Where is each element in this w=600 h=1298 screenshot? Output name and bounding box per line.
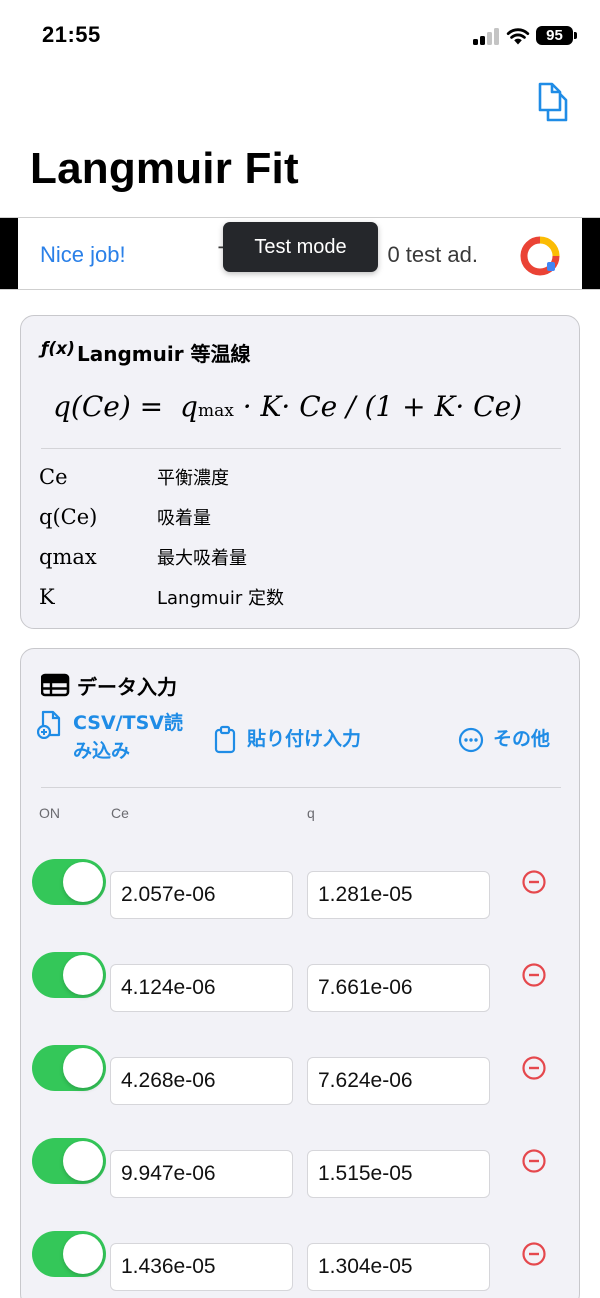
data-card-divider: [41, 787, 561, 788]
remove-row-icon[interactable]: [521, 1148, 547, 1174]
column-header-q: q: [307, 805, 315, 821]
paste-input-label: 貼り付け入力: [247, 728, 362, 750]
q-input[interactable]: [307, 1243, 490, 1291]
function-icon: ƒ(x): [41, 339, 75, 359]
row-enabled-toggle[interactable]: [32, 859, 106, 905]
column-header-on: ON: [39, 805, 60, 821]
definition-description: 平衡濃度: [157, 468, 229, 489]
more-options-label: その他: [493, 728, 551, 750]
data-input-card: データ入力 CSV/TSV読 み込み 貼り付け入力 その他 ON Ce q: [20, 648, 580, 1298]
paste-input-button[interactable]: 貼り付け入力: [211, 725, 361, 755]
formula-lhs: q(Ce) =: [53, 390, 173, 423]
remove-row-icon[interactable]: [521, 962, 547, 988]
formula-rest: · K· Ce / (1 + K· Ce): [233, 390, 523, 423]
formula-q: q: [180, 390, 198, 423]
definition-symbol: q(Ce): [39, 505, 98, 529]
definition-symbol: K: [39, 585, 55, 609]
csv-import-button[interactable]: CSV/TSV読 み込み: [37, 709, 183, 765]
data-card-title: データ入力: [77, 674, 177, 699]
definition-description: 吸着量: [157, 508, 211, 529]
formula-card-title: Langmuir 等温線: [77, 341, 251, 366]
definition-symbol: Ce: [39, 465, 68, 489]
cellular-signal-icon: [473, 28, 501, 45]
formula-divider: [41, 448, 561, 449]
formula-card: ƒ(x) Langmuir 等温線 q(Ce) = qmax · K· Ce /…: [20, 315, 580, 629]
remove-row-icon[interactable]: [521, 1055, 547, 1081]
definition-description: 最大吸着量: [157, 548, 247, 569]
column-header-ce: Ce: [111, 805, 129, 821]
page-title: Langmuir Fit: [30, 144, 299, 193]
q-input[interactable]: [307, 1150, 490, 1198]
remove-row-icon[interactable]: [521, 869, 547, 895]
status-bar: 21:55 95: [0, 0, 600, 70]
ad-edge-left: [0, 218, 18, 289]
ce-input[interactable]: [110, 964, 293, 1012]
definition-description: Langmuir 定数: [157, 588, 284, 609]
row-enabled-toggle[interactable]: [32, 952, 106, 998]
data-row: [21, 952, 581, 1012]
q-input[interactable]: [307, 964, 490, 1012]
file-import-icon: [37, 710, 61, 739]
battery-tip: [574, 32, 577, 39]
data-row: [21, 1045, 581, 1105]
definition-row-k: K Langmuir 定数: [39, 582, 284, 612]
test-mode-tooltip: Test mode: [223, 222, 378, 272]
clipboard-icon: [214, 725, 236, 754]
definition-row-qmax: qmax 最大吸着量: [39, 542, 247, 572]
definition-row-qce: q(Ce) 吸着量: [39, 502, 211, 532]
ce-input[interactable]: [110, 1150, 293, 1198]
ad-edge-right: [582, 218, 600, 289]
remove-row-icon[interactable]: [521, 1241, 547, 1267]
row-enabled-toggle[interactable]: [32, 1138, 106, 1184]
more-icon: [458, 727, 484, 753]
csv-import-label: CSV/TSV読 み込み: [73, 712, 183, 762]
q-input[interactable]: [307, 871, 490, 919]
status-time: 21:55: [42, 22, 101, 47]
ce-input[interactable]: [110, 871, 293, 919]
q-input[interactable]: [307, 1057, 490, 1105]
battery-indicator: 95: [536, 26, 573, 45]
formula-card-header: ƒ(x) Langmuir 等温線: [41, 338, 251, 366]
data-row: [21, 1138, 581, 1198]
definition-symbol: qmax: [39, 545, 97, 569]
wifi-icon: [506, 28, 530, 45]
data-card-header: データ入力: [41, 671, 177, 699]
copy-icon[interactable]: [530, 80, 570, 124]
langmuir-formula: q(Ce) = qmax · K· Ce / (1 + K· Ce): [53, 390, 522, 423]
table-icon: [41, 673, 70, 697]
data-row: [21, 859, 581, 919]
row-enabled-toggle[interactable]: [32, 1231, 106, 1277]
definition-row-ce: Ce 平衡濃度: [39, 462, 229, 492]
ce-input[interactable]: [110, 1243, 293, 1291]
more-options-button[interactable]: その他: [457, 725, 550, 755]
ce-input[interactable]: [110, 1057, 293, 1105]
ad-body-end: 0 test ad.: [387, 242, 478, 267]
data-row: [21, 1231, 581, 1291]
ad-headline[interactable]: Nice job!: [40, 242, 126, 268]
row-enabled-toggle[interactable]: [32, 1045, 106, 1091]
formula-q-sub: max: [197, 401, 234, 421]
ad-logo-icon[interactable]: [520, 236, 560, 276]
